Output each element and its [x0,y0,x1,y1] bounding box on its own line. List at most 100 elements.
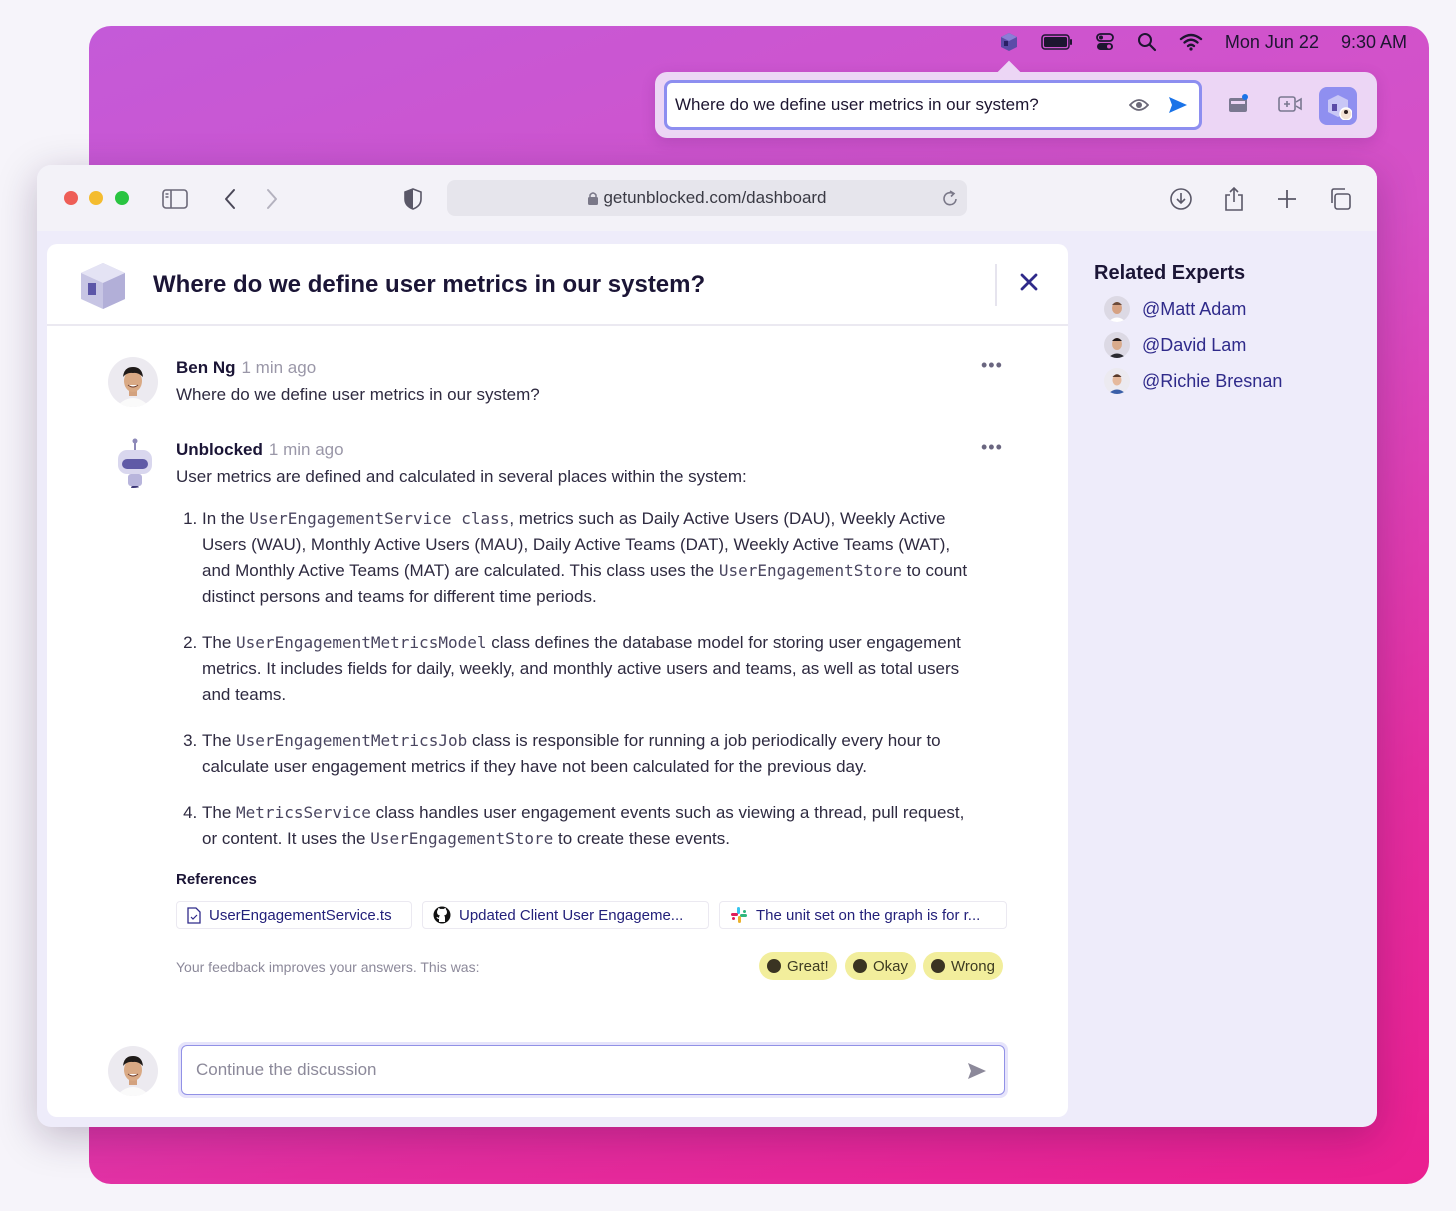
code-span: UserEngagementStore [370,829,554,848]
control-center-icon[interactable] [1095,32,1115,52]
references-title: References [176,871,257,888]
code-span: UserEngagementMetricsJob [236,731,468,750]
expert-item[interactable]: @David Lam [1104,332,1246,358]
send-icon[interactable] [1167,95,1189,120]
message-time: 1 min ago [241,358,317,377]
code-span: MetricsService [236,803,371,822]
header-divider [995,264,997,306]
feedback-okay-button[interactable]: Okay [845,952,917,980]
browser-window: getunblocked.com/dashboard Where do we d… [37,165,1377,1127]
reference-label[interactable]: Updated Client User Engageme... [459,907,683,924]
feedback-label[interactable]: Okay [873,958,908,975]
thread-card: Where do we define user metrics in our s… [47,244,1068,1117]
message-author: Ben Ng 1 min ago [176,358,316,378]
reference-link[interactable]: UserEngagementService.ts [176,901,412,929]
expert-name[interactable]: @David Lam [1142,335,1246,356]
more-options-icon[interactable]: ••• [981,437,1003,458]
eye-icon[interactable] [1128,97,1150,117]
close-window-button[interactable] [64,191,78,205]
author-name[interactable]: Unblocked [176,440,263,459]
code-span: UserEngagementMetricsModel [236,633,487,652]
answer-intro: User metrics are defined and calculated … [176,467,747,486]
unblocked-bot-avatar [108,438,158,488]
tab-overview-icon[interactable] [1326,185,1354,213]
menubar-date[interactable]: Mon Jun 22 [1225,32,1319,53]
reference-link[interactable]: The unit set on the graph is for r... [719,901,1007,929]
new-tab-icon[interactable] [1273,185,1301,213]
url-text[interactable]: getunblocked.com/dashboard [603,188,826,208]
feedback-great-button[interactable]: Great! [759,952,837,980]
message-time: 1 min ago [268,440,344,459]
screen-share-icon[interactable] [1275,89,1305,119]
reply-box: Continue the discussion [178,1042,1008,1098]
reply-input[interactable]: Continue the discussion [181,1045,1005,1095]
answer-text: In the [202,509,250,528]
neutral-face-icon [853,959,867,973]
smile-icon [767,959,781,973]
send-icon[interactable] [966,1061,988,1086]
related-experts-title: Related Experts [1094,262,1246,284]
quick-ask-input[interactable]: Where do we define user metrics in our s… [664,80,1202,130]
feedback-wrong-button[interactable]: Wrong [923,952,1003,980]
code-span: UserEngagementService class [249,509,510,528]
reference-label[interactable]: The unit set on the graph is for r... [756,907,980,924]
close-icon[interactable] [1019,272,1039,297]
battery-icon[interactable] [1041,34,1073,50]
current-user-avatar [108,1046,158,1096]
answer-list: In the UserEngagementService class, metr… [180,506,980,872]
avatar-ben-ng[interactable] [108,357,158,407]
menubar-time[interactable]: 9:30 AM [1341,32,1407,53]
message-text: Where do we define user metrics in our s… [176,385,540,404]
unblocked-app-icon[interactable] [999,32,1019,52]
slack-icon [730,906,748,924]
sad-face-icon [931,959,945,973]
user-avatar-button[interactable] [1319,87,1357,125]
browser-toolbar: getunblocked.com/dashboard [37,165,1377,231]
reply-placeholder[interactable]: Continue the discussion [196,1060,377,1080]
answer-item: In the UserEngagementService class, metr… [202,506,980,610]
answer-item: The UserEngagementMetricsJob class is re… [202,728,980,780]
expert-name[interactable]: @Richie Bresnan [1142,371,1282,392]
answer-text: The [202,633,237,652]
address-bar[interactable]: getunblocked.com/dashboard [447,180,967,216]
shield-icon[interactable] [399,185,427,213]
reload-icon[interactable] [941,188,959,213]
avatar [1104,296,1130,322]
reference-link[interactable]: Updated Client User Engageme... [422,901,709,929]
quick-ask-popover: Where do we define user metrics in our s… [655,60,1377,138]
zoom-window-button[interactable] [115,191,129,205]
sidebar-toggle-icon[interactable] [161,185,189,213]
feedback-prompt: Your feedback improves your answers. Thi… [176,959,480,975]
reference-label[interactable]: UserEngagementService.ts [209,907,392,924]
avatar [1104,368,1130,394]
feedback-label[interactable]: Wrong [951,958,995,975]
github-icon [433,906,451,924]
download-icon[interactable] [1167,185,1195,213]
inbox-icon[interactable] [1223,89,1253,119]
feedback-label[interactable]: Great! [787,958,829,975]
share-icon[interactable] [1220,185,1248,213]
answer-text: The [202,803,237,822]
wifi-icon[interactable] [1179,33,1203,51]
author-name[interactable]: Ben Ng [176,358,236,377]
menu-bar: Mon Jun 22 9:30 AM [89,26,1429,58]
back-icon[interactable] [216,185,244,213]
message-author: Unblocked 1 min ago [176,440,344,460]
minimize-window-button[interactable] [89,191,103,205]
file-icon [187,906,201,924]
expert-item[interactable]: @Richie Bresnan [1104,368,1282,394]
code-span: UserEngagementStore [718,561,902,580]
expert-item[interactable]: @Matt Adam [1104,296,1246,322]
answer-text: to create these events. [553,829,730,848]
answer-item: The UserEngagementMetricsModel class def… [202,630,980,708]
more-options-icon[interactable]: ••• [981,355,1003,376]
avatar [1104,332,1130,358]
lock-icon [588,191,599,205]
answer-text: The [202,731,237,750]
quick-ask-text[interactable]: Where do we define user metrics in our s… [675,95,1039,115]
expert-name[interactable]: @Matt Adam [1142,299,1246,320]
forward-icon[interactable] [258,185,286,213]
thread-title: Where do we define user metrics in our s… [153,271,706,298]
answer-item: The MetricsService class handles user en… [202,800,980,852]
search-icon[interactable] [1137,32,1157,52]
